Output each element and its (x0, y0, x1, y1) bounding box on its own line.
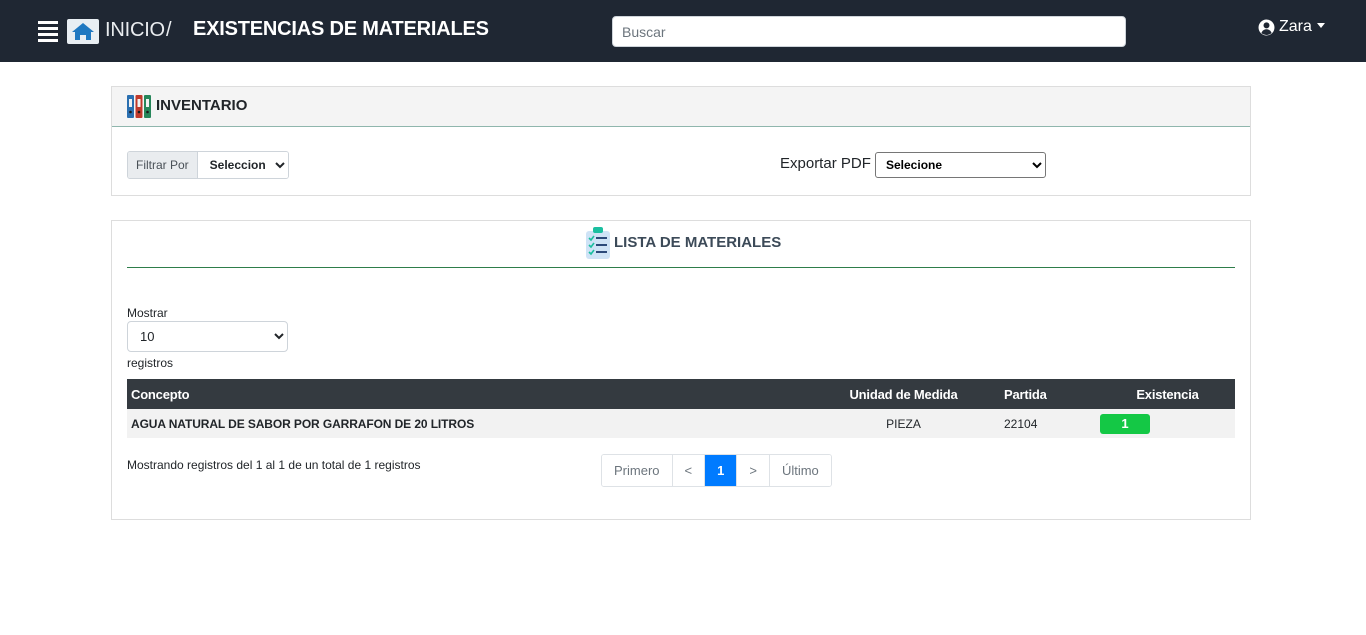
page-current-button[interactable]: 1 (705, 455, 738, 486)
table-row: AGUA NATURAL DE SABOR POR GARRAFON DE 20… (127, 409, 1235, 438)
inventory-panel: INVENTARIO Filtrar Por Seleccion Exporta… (111, 86, 1251, 196)
filter-label: Filtrar Por (128, 152, 198, 178)
page-prev-button[interactable]: < (672, 455, 706, 486)
export-pdf-label: Exportar PDF (780, 155, 871, 172)
page-next-button[interactable]: > (737, 455, 770, 486)
table-header-row: Concepto Unidad de Medida Partida Existe… (127, 379, 1235, 409)
cell-partida: 22104 (1000, 409, 1100, 438)
filter-select[interactable]: Seleccion (197, 152, 288, 178)
pagination: Primero < 1 > Último (601, 454, 832, 487)
filter-group: Filtrar Por Seleccion (127, 151, 289, 179)
page-last-button[interactable]: Último (769, 455, 831, 486)
stock-badge: 1 (1100, 413, 1150, 434)
breadcrumb-home-link[interactable]: INICIO (105, 19, 165, 42)
column-header-existencia[interactable]: Existencia (1100, 379, 1235, 409)
breadcrumb-separator: / (166, 19, 172, 41)
menu-icon[interactable] (38, 21, 58, 42)
cell-existencia: 1 (1100, 409, 1235, 438)
inventory-title: INVENTARIO (156, 97, 248, 114)
user-circle-icon (1258, 19, 1275, 35)
export-pdf-select[interactable]: Selecione (875, 152, 1046, 178)
materials-panel: LISTA DE MATERIALES Mostrar 10 registros… (111, 220, 1251, 520)
inventory-panel-header: INVENTARIO (112, 87, 1250, 127)
top-navbar: INICIO / EXISTENCIAS DE MATERIALES Zara (0, 0, 1366, 62)
chevron-down-icon (1316, 23, 1325, 28)
records-label: registros (127, 356, 174, 370)
cell-unidad: PIEZA (807, 409, 1000, 438)
search-input[interactable] (612, 16, 1126, 47)
show-label: Mostrar (127, 306, 168, 320)
materials-title: LISTA DE MATERIALES (614, 234, 782, 251)
user-menu[interactable]: Zara (1258, 18, 1325, 36)
materials-table: Concepto Unidad de Medida Partida Existe… (127, 379, 1235, 438)
binders-icon (127, 95, 151, 118)
clipboard-checklist-icon (586, 227, 610, 259)
page-size-select[interactable]: 10 (127, 321, 288, 352)
table-summary: Mostrando registros del 1 al 1 de un tot… (127, 458, 421, 472)
column-header-concepto[interactable]: Concepto (127, 379, 807, 409)
column-header-unidad[interactable]: Unidad de Medida (807, 379, 1000, 409)
home-icon[interactable] (67, 19, 99, 44)
cell-concepto: AGUA NATURAL DE SABOR POR GARRAFON DE 20… (127, 409, 807, 438)
section-divider (127, 267, 1235, 268)
column-header-partida[interactable]: Partida (1000, 379, 1100, 409)
user-name: Zara (1279, 18, 1312, 35)
page-first-button[interactable]: Primero (602, 455, 673, 486)
page-title: EXISTENCIAS DE MATERIALES (193, 18, 489, 40)
